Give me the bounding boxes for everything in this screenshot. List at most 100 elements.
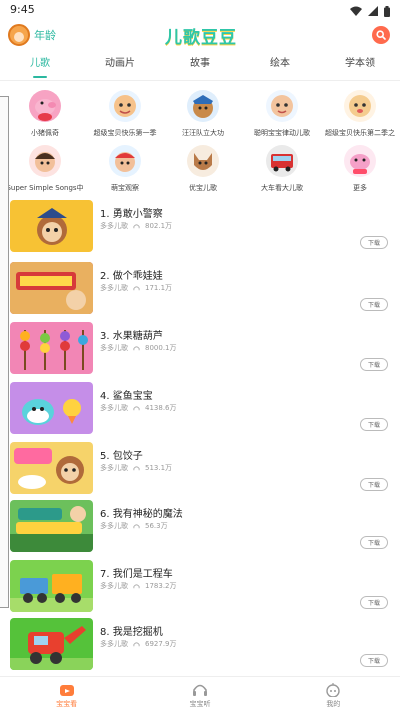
song-thumbnail	[10, 382, 93, 434]
nav-label: 宝宝看	[56, 700, 78, 708]
character-grid: 小猪佩奇 超级宝贝快乐第一季 汪汪队立大功 聪明宝宝律动儿歌 超级宝贝快乐第二季…	[0, 85, 400, 193]
song-title: 5. 包饺子	[100, 451, 143, 462]
character-name: 优宝儿歌	[189, 184, 217, 192]
song-plays: 4138.6万	[145, 404, 177, 412]
song-meta: 多多儿歌 4138.6万	[100, 403, 177, 413]
song-plays: 171.1万	[145, 284, 173, 292]
song-meta: 多多儿歌 802.1万	[100, 221, 172, 231]
headphones-icon	[133, 345, 140, 350]
song-item[interactable]: 4. 鲨鱼宝宝 多多儿歌 4138.6万 下载	[0, 382, 400, 440]
character-name: 超级宝贝快乐第一季	[93, 129, 157, 137]
song-title: 3. 水果糖葫芦	[100, 331, 163, 342]
baby-face-icon	[109, 90, 141, 122]
peppa-pig-icon	[29, 90, 61, 122]
app-header: 年龄 儿歌豆豆	[0, 22, 400, 48]
character-name: 大车看大儿歌	[261, 184, 303, 192]
tab-skills[interactable]: 学本领	[320, 56, 400, 80]
character-paw-patrol[interactable]: 汪汪队立大功	[163, 90, 243, 138]
character-super-baby-1[interactable]: 超级宝贝快乐第一季	[85, 90, 165, 138]
song-thumbnail	[10, 560, 93, 612]
nav-profile[interactable]: 我的	[267, 677, 400, 711]
police-dog-icon	[187, 90, 219, 122]
song-item[interactable]: 6. 我有神秘的魔法 多多儿歌 56.3万 下载	[0, 500, 400, 558]
search-button[interactable]	[372, 26, 390, 44]
character-cute-baby-observe[interactable]: 萌宝观察	[85, 145, 165, 193]
song-artist: 多多儿歌	[100, 522, 128, 530]
nav-watch[interactable]: 宝宝看	[0, 677, 133, 711]
character-name: 聪明宝宝律动儿歌	[254, 129, 310, 137]
bottom-navigation: 宝宝看 宝宝听 我的	[0, 676, 400, 711]
avatar	[8, 24, 30, 46]
signal-icon	[368, 6, 378, 16]
song-meta: 多多儿歌 1783.2万	[100, 581, 177, 591]
song-item[interactable]: 1. 勇敢小警察 多多儿歌 802.1万 下载	[0, 200, 400, 258]
song-artist: 多多儿歌	[100, 640, 128, 648]
song-item[interactable]: 2. 做个乖娃娃 多多儿歌 171.1万 下载	[0, 262, 400, 320]
song-plays: 6927.9万	[145, 640, 177, 648]
headphones-icon	[133, 465, 140, 470]
status-bar: 9:45	[0, 0, 400, 22]
age-selector[interactable]: 年龄	[8, 22, 56, 48]
song-item[interactable]: 7. 我们是工程车 多多儿歌 1783.2万 下载	[0, 560, 400, 618]
download-button[interactable]: 下载	[360, 478, 388, 491]
headphones-icon	[133, 223, 140, 228]
tab-stories[interactable]: 故事	[160, 56, 240, 80]
category-tabs: 儿歌 动画片 故事 绘本 学本领	[0, 56, 400, 80]
character-big-vehicles[interactable]: 大车看大儿歌	[242, 145, 322, 193]
headphones-icon	[133, 285, 140, 290]
character-youbao-songs[interactable]: 优宝儿歌	[163, 145, 243, 193]
song-title: 6. 我有神秘的魔法	[100, 509, 183, 520]
song-thumbnail	[10, 200, 93, 252]
app-logo: 儿歌豆豆	[163, 22, 239, 48]
download-button[interactable]: 下载	[360, 654, 388, 667]
song-artist: 多多儿歌	[100, 464, 128, 472]
headphones-icon	[133, 405, 140, 410]
search-icon	[376, 30, 386, 40]
song-item[interactable]: 5. 包饺子 多多儿歌 513.1万 下载	[0, 442, 400, 500]
logo-text: 儿歌豆豆	[165, 27, 237, 48]
tab-picture-books[interactable]: 绘本	[240, 56, 320, 80]
character-name: 超级宝贝快乐第二季之	[325, 129, 395, 137]
song-thumbnail	[10, 618, 93, 670]
age-label: 年龄	[34, 29, 56, 42]
song-title: 2. 做个乖娃娃	[100, 271, 163, 282]
tab-songs[interactable]: 儿歌	[0, 56, 80, 80]
character-peppa-pig[interactable]: 小猪佩奇	[5, 90, 85, 138]
character-more[interactable]: 更多	[320, 145, 400, 193]
song-plays: 56.3万	[145, 522, 168, 530]
song-artist: 多多儿歌	[100, 344, 128, 352]
song-plays: 1783.2万	[145, 582, 177, 590]
song-thumbnail	[10, 262, 93, 314]
fox-icon	[187, 145, 219, 177]
tabs-divider	[0, 80, 400, 81]
character-smart-baby[interactable]: 聪明宝宝律动儿歌	[242, 90, 322, 138]
character-name: 小猪佩奇	[31, 129, 59, 137]
song-thumbnail	[10, 322, 93, 374]
cartoon-boy-icon	[29, 145, 61, 177]
more-characters-icon	[344, 145, 376, 177]
nav-label: 宝宝听	[189, 700, 211, 708]
song-meta: 多多儿歌 171.1万	[100, 283, 172, 293]
nav-listen[interactable]: 宝宝听	[133, 677, 266, 711]
song-item[interactable]: 8. 我是挖掘机 多多儿歌 6927.9万 下载	[0, 618, 400, 676]
song-title: 4. 鲨鱼宝宝	[100, 391, 153, 402]
download-button[interactable]: 下载	[360, 358, 388, 371]
tab-cartoons[interactable]: 动画片	[80, 56, 160, 80]
download-button[interactable]: 下载	[360, 236, 388, 249]
song-title: 7. 我们是工程车	[100, 569, 173, 580]
character-super-simple-songs[interactable]: Super Simple Songs中	[5, 145, 85, 193]
headphones-icon	[133, 523, 140, 528]
song-artist: 多多儿歌	[100, 284, 128, 292]
song-title: 1. 勇敢小警察	[100, 209, 163, 220]
download-button[interactable]: 下载	[360, 418, 388, 431]
download-button[interactable]: 下载	[360, 298, 388, 311]
headphones-icon	[192, 684, 207, 696]
song-artist: 多多儿歌	[100, 222, 128, 230]
song-meta: 多多儿歌 8000.1万	[100, 343, 177, 353]
song-thumbnail	[10, 500, 93, 552]
song-item[interactable]: 3. 水果糖葫芦 多多儿歌 8000.1万 下载	[0, 322, 400, 380]
download-button[interactable]: 下载	[360, 596, 388, 609]
character-super-baby-2[interactable]: 超级宝贝快乐第二季之	[320, 90, 400, 138]
wifi-icon	[350, 6, 362, 16]
download-button[interactable]: 下载	[360, 536, 388, 549]
